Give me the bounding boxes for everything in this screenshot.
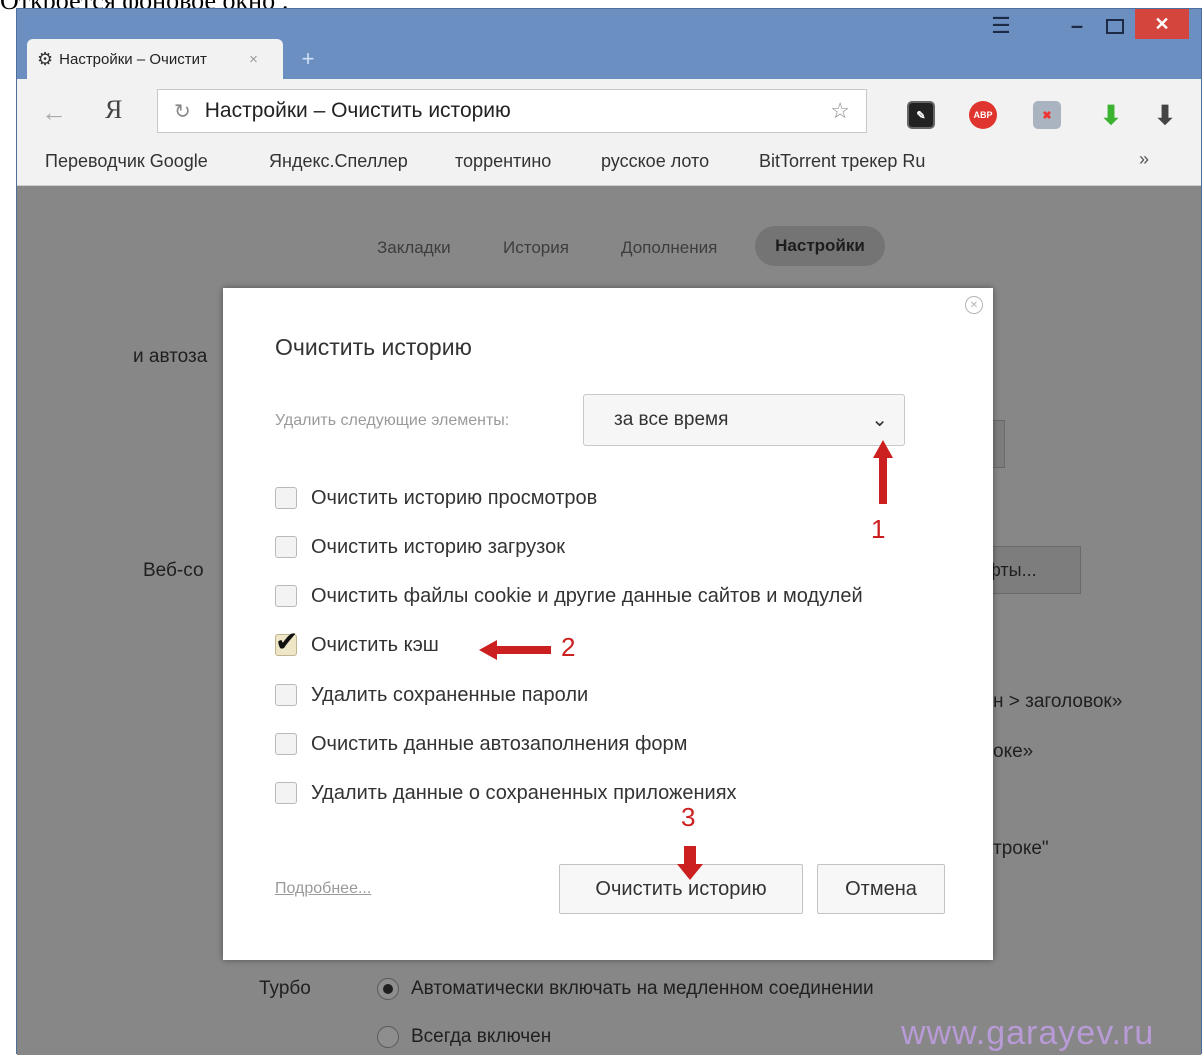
maximize-button[interactable] xyxy=(1097,9,1133,43)
annotation-arrow-left xyxy=(479,640,551,660)
period-select[interactable]: за все время ⌄ xyxy=(583,394,905,446)
annotation-arrow-up xyxy=(873,440,893,504)
watermark: www.garayev.ru xyxy=(901,1014,1155,1052)
annotation-step1: 1 xyxy=(871,514,886,544)
chevron-down-icon: ⌄ xyxy=(871,409,888,431)
close-window-button[interactable]: ✕ xyxy=(1135,9,1189,39)
option-passwords[interactable]: Удалить сохраненные пароли xyxy=(275,681,588,709)
turbo-always-label: Всегда включен xyxy=(411,1026,552,1047)
green-arrow-icon[interactable]: ⬇ xyxy=(1097,100,1125,130)
tab-close-icon[interactable]: × xyxy=(249,51,258,68)
clear-history-dialog: ✕ Очистить историю Удалить следующие эле… xyxy=(223,288,993,960)
cancel-button[interactable]: Отмена xyxy=(817,864,945,914)
option-label: Удалить данные о сохраненных приложениях xyxy=(311,781,737,804)
option-label: Очистить историю просмотров xyxy=(311,486,598,509)
extension-block-icon[interactable]: ✖ xyxy=(1033,101,1061,129)
option-hosted-apps[interactable]: Удалить данные о сохраненных приложениях xyxy=(275,779,737,807)
tab-history[interactable]: История xyxy=(503,238,569,258)
bookmarks-more-icon[interactable]: » xyxy=(1139,149,1149,170)
turbo-always-radio[interactable] xyxy=(377,1026,399,1048)
annotation-arrow-down xyxy=(677,846,703,880)
bookmarks-bar: Переводчик Google Яндекс.Спеллер торрент… xyxy=(17,145,1201,186)
option-label: Очистить историю загрузок xyxy=(311,535,566,558)
download-icon[interactable]: ⬇ xyxy=(1151,100,1179,130)
checkbox[interactable] xyxy=(275,585,297,607)
autofill-label: и автоза xyxy=(133,346,208,367)
option-text-header: н > заголовок» xyxy=(993,691,1123,712)
back-arrow-icon[interactable]: ← xyxy=(41,97,67,128)
checkbox[interactable] xyxy=(275,733,297,755)
option-browsing-history[interactable]: Очистить историю просмотров xyxy=(275,484,597,512)
web-content-label: Веб-со xyxy=(143,560,204,581)
annotation-step2: 2 xyxy=(561,632,576,662)
tab-bookmarks[interactable]: Закладки xyxy=(377,238,451,258)
turbo-auto-label: Автоматически включать на медленном соед… xyxy=(411,978,874,999)
tab-settings-active[interactable]: Настройки xyxy=(755,226,885,266)
address-bar[interactable]: ↻ Настройки – Очистить историю ☆ xyxy=(157,89,867,133)
checkbox[interactable] xyxy=(275,684,297,706)
option-cache[interactable]: Очистить кэш xyxy=(275,625,439,659)
option-text-line: оке» xyxy=(993,741,1034,762)
option-label: Удалить сохраненные пароли xyxy=(311,683,589,706)
toolbar: ← Я ↻ Настройки – Очистить историю ☆ ✎ A… xyxy=(17,79,1201,145)
option-download-history[interactable]: Очистить историю загрузок xyxy=(275,533,565,561)
browser-window: ☰ – ✕ ⚙ Настройки – Очистит × + ← Я ↻ На… xyxy=(16,8,1202,1055)
gear-icon: ⚙ xyxy=(37,48,54,69)
yandex-logo-icon[interactable]: Я xyxy=(105,95,122,125)
checkbox-checked[interactable] xyxy=(275,625,298,658)
annotation-step3: 3 xyxy=(681,802,696,832)
dialog-title: Очистить историю xyxy=(275,334,472,360)
delete-items-label: Удалить следующие элементы: xyxy=(275,412,510,429)
bookmark-bittorrent[interactable]: BitTorrent трекер Ru xyxy=(759,151,955,172)
maximize-icon xyxy=(1106,18,1124,34)
bookmark-russkoe-loto[interactable]: русское лото xyxy=(601,151,709,172)
checkbox[interactable] xyxy=(275,487,297,509)
turbo-label: Турбо xyxy=(259,978,311,999)
option-cookies[interactable]: Очистить файлы cookie и другие данные са… xyxy=(275,582,863,610)
checkbox[interactable] xyxy=(275,782,297,804)
option-label: Очистить данные автозаполнения форм xyxy=(311,732,688,755)
turbo-auto-radio[interactable] xyxy=(377,978,399,1000)
bookmark-torrentino[interactable]: торрентино xyxy=(455,151,551,172)
adblock-icon[interactable]: ABP xyxy=(969,101,997,129)
tab-title: Настройки – Очистит xyxy=(59,50,207,68)
reload-icon[interactable]: ↻ xyxy=(174,99,191,124)
bookmark-google-translate[interactable]: Переводчик Google xyxy=(45,151,208,172)
star-icon[interactable]: ☆ xyxy=(830,98,850,124)
minimize-button[interactable]: – xyxy=(1059,9,1095,43)
more-info-link[interactable]: Подробнее... xyxy=(275,880,371,898)
menu-icon[interactable]: ☰ xyxy=(981,9,1021,43)
tab-extensions[interactable]: Дополнения xyxy=(621,238,717,258)
option-label: Очистить файлы cookie и другие данные са… xyxy=(311,584,863,607)
bookmark-yandex-speller[interactable]: Яндекс.Спеллер xyxy=(269,151,408,172)
extension-icon[interactable]: ✎ xyxy=(907,101,935,129)
settings-page: Закладки История Дополнения Настройки и … xyxy=(17,186,1201,1055)
option-label: Очистить кэш xyxy=(311,633,439,656)
tab-settings[interactable]: ⚙ Настройки – Очистит × xyxy=(27,39,283,79)
option-autofill[interactable]: Очистить данные автозаполнения форм xyxy=(275,730,687,758)
close-dialog-icon[interactable]: ✕ xyxy=(965,296,983,314)
option-text-string: троке" xyxy=(993,838,1049,859)
address-text: Настройки – Очистить историю xyxy=(204,99,511,122)
period-value: за все время xyxy=(614,409,729,430)
checkbox[interactable] xyxy=(275,536,297,558)
new-tab-button[interactable]: + xyxy=(295,46,321,71)
